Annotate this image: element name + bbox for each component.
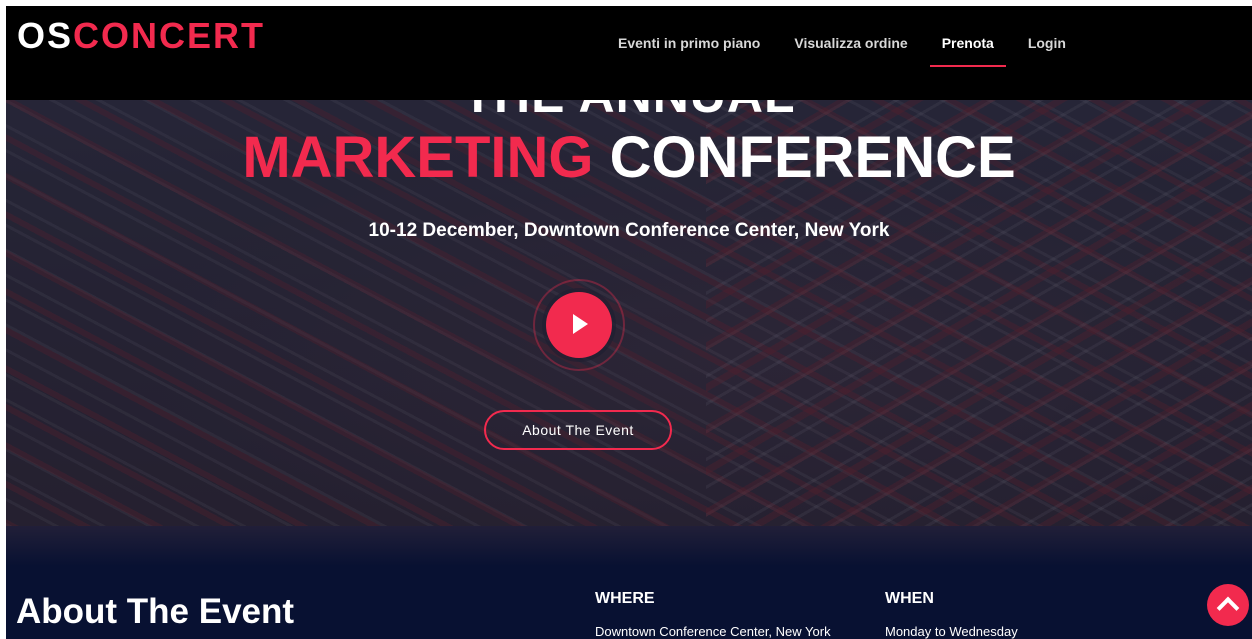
nav-item-visualizza-ordine[interactable]: Visualizza ordine: [794, 32, 907, 67]
where-text: Downtown Conference Center, New York: [595, 624, 831, 639]
hero-title-rest: CONFERENCE: [609, 125, 1016, 190]
chevron-up-icon: [1216, 596, 1240, 620]
play-video-button[interactable]: [546, 292, 612, 358]
nav-menu: Eventi in primo piano Visualizza ordine …: [618, 32, 1100, 67]
hero-subtitle: 10-12 December, Downtown Conference Cent…: [368, 220, 890, 241]
hero-title: MARKETING CONFERENCE: [6, 125, 1252, 191]
play-button-ring: [533, 279, 625, 371]
hero-partial-title: THE ANNUAL: [6, 100, 1252, 124]
logo[interactable]: OSCONCERT: [17, 16, 265, 56]
about-the-event-button[interactable]: About The Event: [484, 410, 672, 450]
hero-title-highlight: MARKETING: [242, 125, 594, 190]
about-background: [6, 526, 1252, 566]
nav-item-prenota[interactable]: Prenota: [929, 32, 1006, 67]
play-icon: [573, 314, 588, 334]
nav-item-login[interactable]: Login: [1028, 32, 1066, 67]
about-title: About The Event: [16, 592, 295, 631]
when-heading: WHEN: [885, 590, 934, 607]
logo-os: OS: [17, 15, 74, 56]
logo-concert: CONCERT: [73, 15, 266, 56]
where-heading: WHERE: [595, 590, 655, 607]
when-text: Monday to Wednesday: [885, 624, 1018, 639]
hero: THE ANNUAL MARKETING CONFERENCE 10-12 De…: [6, 100, 1252, 526]
where-block: WHERE Downtown Conference Center, New Yo…: [595, 590, 831, 639]
when-block: WHEN Monday to Wednesday: [885, 590, 1018, 639]
page: OSCONCERT Eventi in primo piano Visualiz…: [6, 6, 1252, 639]
about-section: About The Event WHERE Downtown Conferenc…: [6, 526, 1252, 639]
navbar: OSCONCERT Eventi in primo piano Visualiz…: [6, 6, 1252, 100]
scroll-to-top-button[interactable]: [1207, 584, 1249, 626]
nav-item-eventi-in-primo-piano[interactable]: Eventi in primo piano: [618, 32, 760, 67]
